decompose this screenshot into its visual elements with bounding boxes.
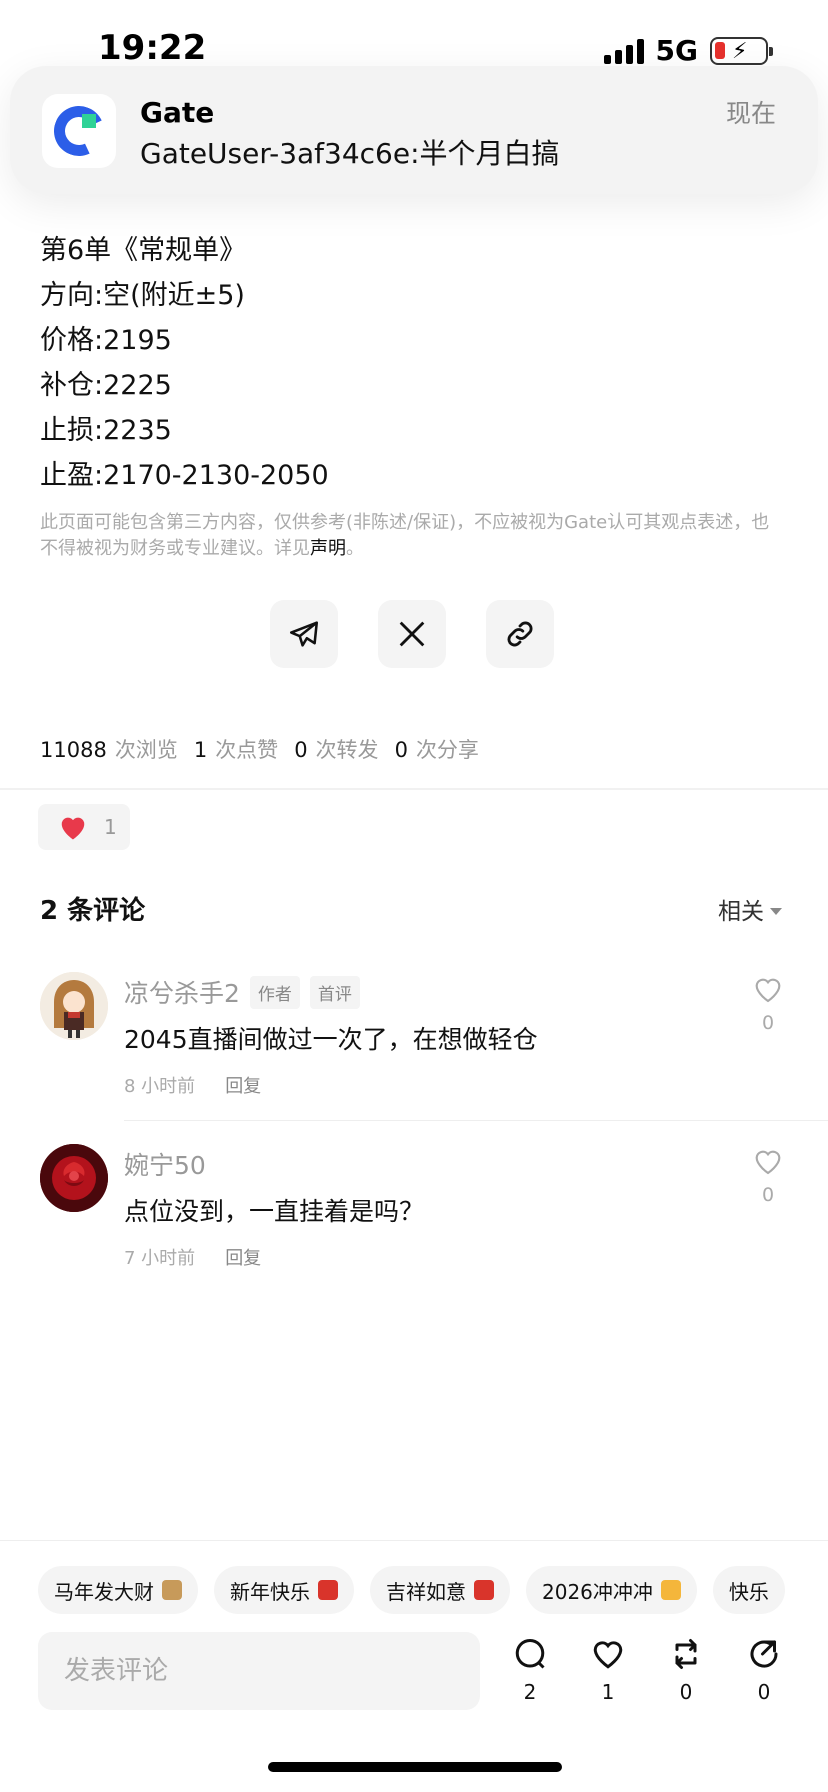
comment-author[interactable]: 婉宁50 [124,1146,206,1182]
comment-time: 8 小时前 [124,1076,196,1097]
heart-outline-icon [755,978,781,1003]
status-indicators: 5G ⚡ [603,34,773,67]
post-actions: 2 1 0 0 [510,1636,784,1704]
quick-reply-chip[interactable]: 吉祥如意 [370,1566,510,1614]
avatar[interactable] [40,972,108,1040]
signal-icon [603,38,644,64]
share-action-button[interactable]: 0 [744,1636,784,1704]
share-count: 0 [757,1680,771,1704]
link-icon [507,621,533,647]
network-label: 5G [655,34,698,67]
comment-like-button[interactable]: 0 [750,1146,786,1206]
post-line: 止损:2235 [40,415,172,446]
share-telegram-button[interactable] [270,600,338,668]
post-content: 第6单《常规单》 方向:空(附近±5) 价格:2195 补仓:2225 止损:2… [40,228,790,498]
comment-like-count: 0 [761,1012,775,1034]
stat-reposts: 0 次转发 [294,738,379,762]
disclaimer: 此页面可能包含第三方内容，仅供参考(非陈述/保证)，不应被视为Gate认可其观点… [40,510,780,562]
comment-count: 2 [523,1680,537,1704]
horse-emoji-icon [162,1580,182,1600]
quick-reply-chips: 马年发大财 新年快乐 吉祥如意 2026冲冲冲 快乐 [38,1566,828,1614]
notification-time: 现在 [725,99,776,128]
comment-meta: 7 小时前 回复 [124,1244,261,1270]
share-row [270,600,554,668]
reply-button[interactable]: 回复 [225,1244,261,1270]
heart-filled-icon [61,817,85,840]
firecracker-emoji-icon [318,1580,338,1600]
notification-app-name: Gate [140,96,215,129]
avatar[interactable] [40,1144,108,1212]
fist-emoji-icon [660,1580,681,1600]
first-comment-badge: 首评 [309,975,360,1009]
share-x-button[interactable] [378,600,446,668]
post-line: 补仓:2225 [40,370,172,401]
quick-reply-chip[interactable]: 马年发大财 [38,1566,198,1614]
divider [124,1120,828,1121]
comment-input[interactable] [38,1632,480,1710]
stat-shares: 0 次分享 [394,738,479,762]
comment-author-row: 婉宁50 [124,1146,206,1182]
red-envelope-emoji-icon [474,1580,494,1600]
post-line: 第6单《常规单》 [40,235,247,266]
heart-reaction-count: 1 [104,815,117,839]
stat-likes: 1 次点赞 [193,738,279,762]
copy-link-button[interactable] [486,600,554,668]
post-line: 价格:2195 [40,325,172,356]
notification-message: GateUser-3af34c6e:半个月白搞 [140,137,560,170]
comment-like-count: 0 [761,1184,775,1206]
repost-count: 0 [679,1680,693,1704]
sort-dropdown[interactable]: 相关 [718,892,782,926]
disclaimer-link[interactable]: 声明 [310,538,346,559]
like-count: 1 [601,1680,615,1704]
quick-reply-chip[interactable]: 快乐 [712,1566,785,1614]
comment-like-button[interactable]: 0 [750,974,786,1034]
quick-reply-chip[interactable]: 新年快乐 [214,1566,354,1614]
post-line: 止盈:2170-2130-2050 [40,460,329,491]
caret-down-icon [770,907,782,915]
comments-title: 2 条评论 [40,896,146,926]
stat-views: 11088 次浏览 [40,738,178,762]
post-line: 方向:空(附近±5) [40,280,245,311]
sort-label: 相关 [718,899,764,925]
disclaimer-end: 。 [346,538,364,559]
comment-icon [515,1639,545,1669]
reply-button[interactable]: 回复 [225,1072,261,1098]
home-indicator[interactable] [268,1762,562,1772]
comment-author-row: 凉兮杀手2 作者 首评 [124,974,360,1010]
like-action-button[interactable]: 1 [588,1636,628,1704]
notification-banner[interactable]: Gate GateUser-3af34c6e:半个月白搞 现在 [10,66,818,194]
repost-icon [675,1639,697,1669]
comment-time: 7 小时前 [124,1248,196,1269]
battery-icon: ⚡ [710,36,773,65]
heart-icon [593,1641,623,1669]
comment-author[interactable]: 凉兮杀手2 [124,974,240,1010]
quick-reply-chip[interactable]: 2026冲冲冲 [526,1566,697,1614]
repost-action-button[interactable]: 0 [666,1636,706,1704]
post-stats: 11088 次浏览 1 次点赞 0 次转发 0 次分享 [40,734,479,764]
heart-reaction-chip[interactable]: 1 [38,804,130,850]
author-badge: 作者 [249,975,300,1009]
gate-app-icon [42,94,116,168]
disclaimer-text: 此页面可能包含第三方内容，仅供参考(非陈述/保证)，不应被视为Gate认可其观点… [40,512,770,559]
heart-outline-icon [755,1150,781,1175]
comment-text: 2045直播间做过一次了，在想做轻仓 [124,1025,538,1054]
share-icon [750,1640,778,1668]
telegram-icon [289,621,319,647]
divider [0,788,828,790]
comment-meta: 8 小时前 回复 [124,1072,261,1098]
x-icon [399,621,425,647]
status-time: 19:22 [98,28,207,68]
comment-action-button[interactable]: 2 [510,1636,550,1704]
divider [0,1540,828,1541]
comment-text: 点位没到，一直挂着是吗？ [124,1197,425,1226]
